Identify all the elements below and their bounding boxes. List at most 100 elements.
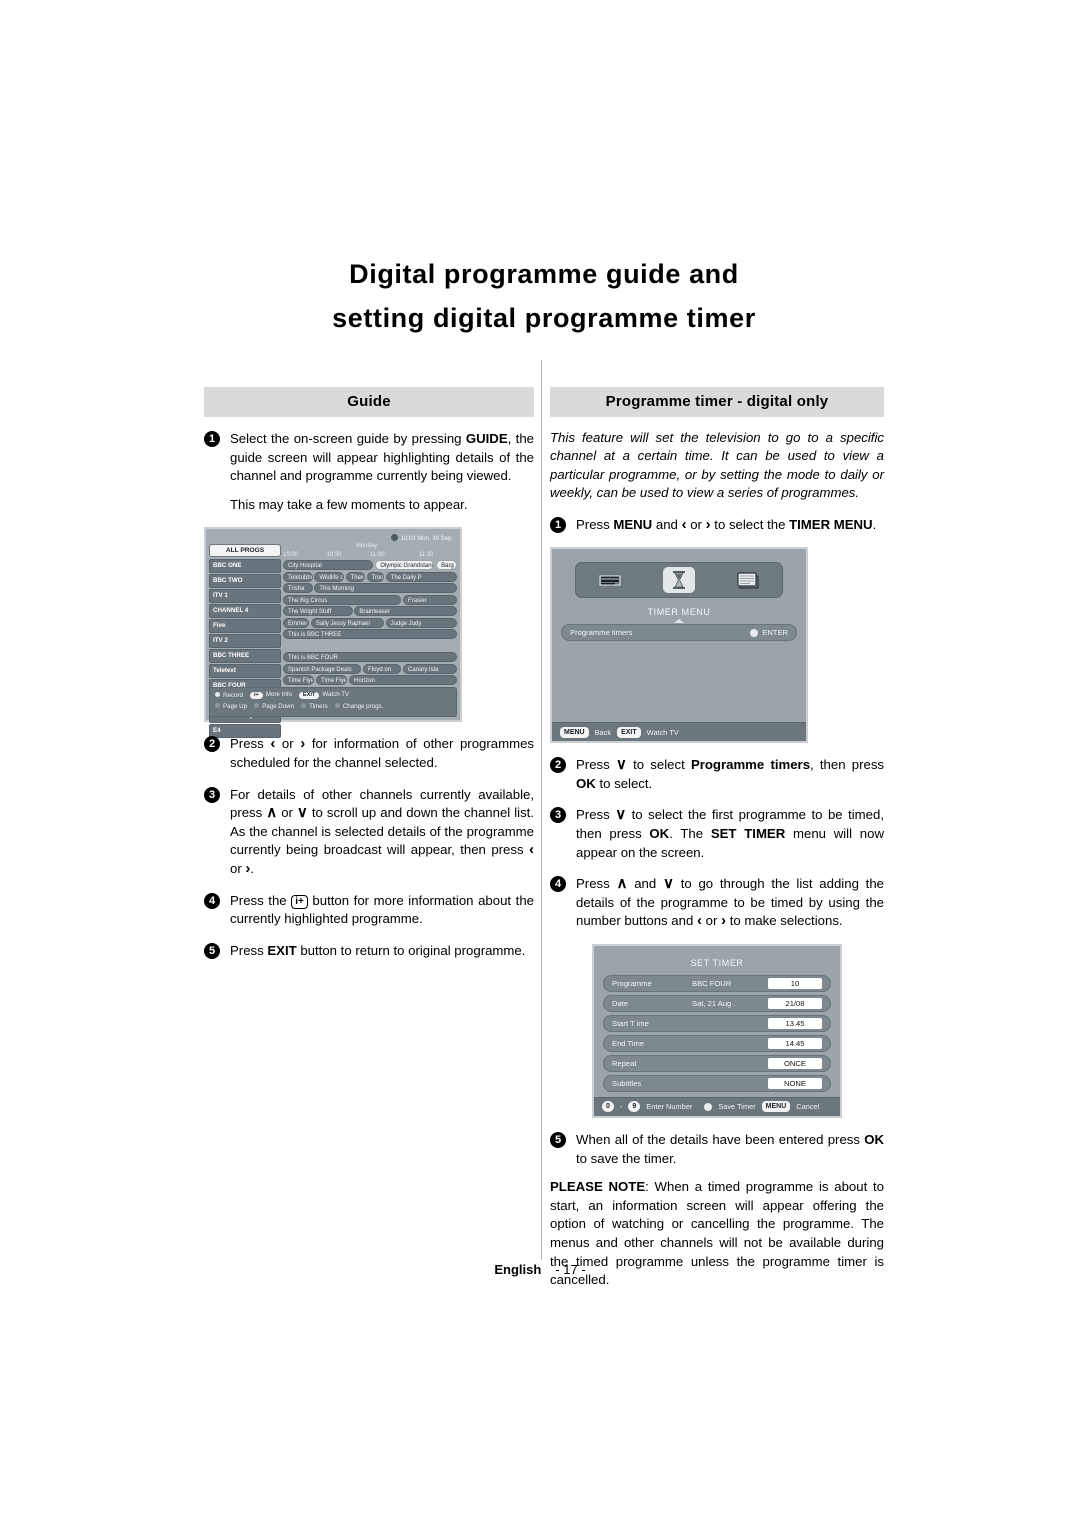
right-step-5: 5 When all of the details have been ente… [550,1131,884,1168]
epg-time-tick: 10:00 [283,552,299,559]
epg-programme-cell[interactable]: Olympic Grandstand [375,560,435,571]
right-step-1: 1 Press MENU and ‹ or › to select the TI… [550,516,884,535]
programme-timers-row[interactable]: Programme timers ENTER [561,624,797,642]
timer-menu-footer-bar: MENU Back EXIT Watch TV [552,722,806,742]
epg-timers-action[interactable]: Timers [301,702,328,710]
right-step-3: 3 Press ∨ to select the first programme … [550,806,884,862]
epg-record-action[interactable]: Record [215,691,243,699]
timer-menu-screenshot: TIMER MENU Programme timers ENTER MENU B… [550,547,808,744]
set-timer-footer-bar: 0 - 9 Enter Number Save Timer MENU Cance… [594,1096,840,1116]
number-key-0-icon[interactable]: 0 [602,1101,614,1113]
epg-programme-cell[interactable]: Trod [366,571,384,582]
epg-programme-cell[interactable]: Emmer [283,617,310,628]
left-step-4: 4 Press the i+ button for more informati… [204,892,534,929]
epg-programme-cell[interactable]: Time Flyers [283,675,315,686]
epg-programme-cell[interactable]: The Wright Stuff [283,606,353,617]
epg-channel[interactable]: BBC TWO [209,574,281,588]
epg-time-header: Monday 10:00 10:30 11:00 11:30 [283,543,457,560]
key-range-dash: - [619,1102,623,1112]
epg-more-info-action[interactable]: i+ More Info [249,691,292,699]
epg-watch-tv-action[interactable]: EXIT Watch TV [298,691,349,699]
set-timer-row[interactable]: Programme BBC FOUR 10 [603,974,831,992]
footer-page-number: - 17 - [555,1262,586,1277]
epg-programme-cell[interactable]: Frasier [403,594,457,605]
navpad-icon [750,628,759,637]
epg-programme-cell[interactable]: Trisha [283,583,313,594]
timers-dot-icon [301,702,307,708]
epg-channel[interactable]: Teletext [209,664,281,678]
epg-programme-cell[interactable]: Wildlife on [314,571,344,582]
epg-change-progs-action[interactable]: Change progs. [334,702,383,710]
set-timer-enter-number-label: Enter Number [646,1102,693,1112]
tv-icon[interactable] [732,567,764,593]
set-timer-row[interactable]: End Time 14.45 [603,1034,831,1052]
epg-programme-row: City Hospital Olympic Grandstand Barg [283,560,457,571]
hourglass-icon[interactable] [662,567,695,594]
set-timer-title: SET TIMER [690,957,744,968]
epg-programme-cell[interactable]: Teletubbies [283,571,313,582]
epg-programme-cell[interactable]: Canary Isla [403,663,457,674]
right-step-5-text-b: to save the timer. [576,1150,677,1166]
epg-page-up-action[interactable]: Page Up [215,702,247,710]
epg-programme-cell[interactable]: The Big Circus [283,594,402,605]
right-step-3-bold-set-timer: SET TIMER [710,826,786,841]
epg-time-tick: 11:30 [418,552,434,559]
epg-programme-cell[interactable]: Brainteaser [354,606,457,617]
left-step-5-bold-exit: EXIT [267,942,297,958]
set-timer-row-value[interactable]: 21/08 [768,997,822,1009]
epg-clock: 10:03 Mon, 30 Sep. [390,534,453,542]
epg-programme-cell[interactable]: Judge Judy [385,617,457,628]
epg-programme-cell[interactable]: Time Flyers [316,675,348,686]
set-timer-row-value[interactable]: 10 [768,977,822,989]
right-step-1-text-b: and [652,516,682,532]
left-step-5-text-b: button to return to original programme. [296,942,526,958]
epg-programme-cell[interactable]: Their [345,571,365,582]
programme-timers-enter-label: ENTER [762,628,788,638]
exit-key-icon[interactable]: EXIT [617,726,641,738]
epg-programme-cell[interactable]: This is BBC THREE [283,629,457,640]
epg-channel[interactable]: BBC THREE [209,649,281,663]
left-step-3-or: or [277,805,297,821]
number-key-9-icon[interactable]: 9 [628,1101,641,1113]
epg-channel[interactable]: CHANNEL 4 [209,604,281,618]
epg-programme-cell[interactable]: This is BBC FOUR [283,652,457,663]
epg-programme-cell[interactable]: Sally Jessy Raphael [310,617,384,628]
epg-programme-cell[interactable]: This Morning [314,583,457,594]
menu-key-icon[interactable]: MENU [560,726,589,738]
set-timer-row[interactable]: Repeat ONCE [603,1054,831,1072]
right-step-2-text-b: to select [626,757,691,773]
epg-all-progs-button[interactable]: ALL PROGS [209,544,281,558]
epg-channel[interactable]: ITV 1 [209,589,281,603]
page-title-line-1: Digital programme guide and [349,259,739,289]
set-timer-row-value[interactable]: 14.45 [768,1037,822,1049]
epg-programme-cell[interactable]: City Hospital [283,560,374,571]
menu-key-icon[interactable]: MENU [761,1101,791,1113]
epg-channel[interactable]: BBC ONE [209,559,281,573]
epg-channel[interactable]: Five [209,619,281,633]
set-timer-row-value[interactable]: 13.45 [768,1017,822,1029]
arrow-up-icon: ∧ [616,875,628,893]
epg-time-tick: 11:00 [370,552,385,559]
timer-menu-title: TIMER MENU [647,607,711,618]
tv-icon-glyph [737,572,759,589]
epg-channel[interactable]: ITV 2 [209,634,281,648]
epg-programme-cell[interactable]: Floyd on [363,663,402,674]
arrow-up-icon: ∧ [266,804,278,822]
epg-page-down-action[interactable]: Page Down [254,702,294,710]
step-bullet-3: 3 [204,786,220,803]
set-timer-row[interactable]: Start T ime 13.45 [603,1014,831,1032]
epg-programme-cell[interactable]: Horizon [349,675,457,686]
list-icon[interactable] [594,567,626,593]
right-column: Programme timer - digital only This feat… [550,387,884,1290]
set-timer-row-value[interactable]: NONE [768,1077,822,1089]
right-step-1-or: or [686,516,706,532]
right-step-2-text-c: , then press [810,757,885,773]
epg-programme-cell[interactable]: The Daily P [385,571,457,582]
epg-programme-cell[interactable]: Barg [436,560,457,571]
epg-programme-cell[interactable]: Spanish Package Deals [283,663,362,674]
set-timer-row[interactable]: Date Sat, 21 Aug . 21/08 [603,994,831,1012]
set-timer-row-value[interactable]: ONCE [768,1057,822,1069]
step-bullet-5: 5 [550,1131,566,1148]
left-step-5-text-a: Press [230,942,268,958]
set-timer-row[interactable]: Subtitles NONE [603,1074,831,1092]
